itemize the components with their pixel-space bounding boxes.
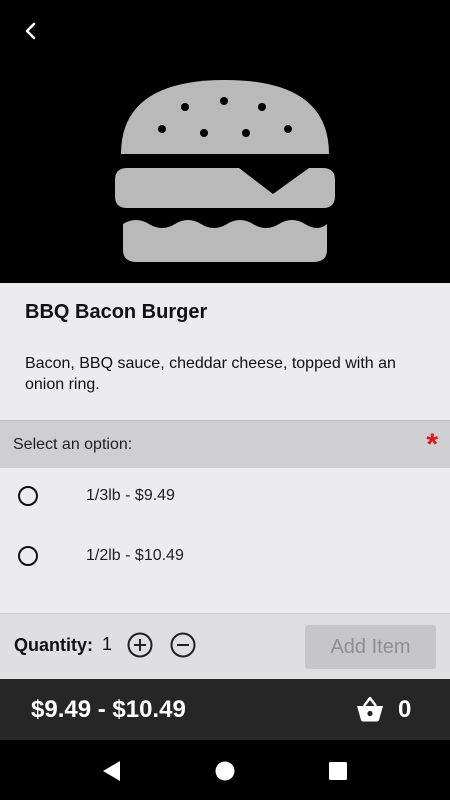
option-item[interactable]: 1/2lb - $10.49 [0,530,450,588]
home-circle-icon[interactable] [213,759,237,783]
radio-button[interactable] [18,546,38,566]
required-indicator: * [426,428,438,461]
burger-icon [115,80,335,262]
item-title: BBQ Bacon Burger [25,301,208,323]
chevron-left-icon [25,22,36,40]
quantity-value: 1 [102,634,113,654]
add-item-button[interactable]: Add Item [305,625,436,669]
option-label: 1/3lb - $9.49 [86,487,175,504]
basket-count: 0 [398,696,412,723]
option-label: 1/2lb - $10.49 [86,547,184,564]
footer-bar: $9.49 - $10.49 0 [0,679,450,740]
option-header-label: Select an option: [13,436,133,453]
back-button[interactable] [14,14,48,48]
minus-circle-icon[interactable] [170,632,196,658]
system-nav-bar [0,740,450,800]
back-triangle-icon[interactable] [100,759,124,783]
radio-button[interactable] [18,486,38,506]
item-info: BBQ Bacon Burger Bacon, BBQ sauce, chedd… [0,283,450,420]
quantity-bar: Quantity: 1 Add Item [0,613,450,679]
plus-circle-icon[interactable] [127,632,153,658]
price-range: $9.49 - $10.49 [31,696,186,723]
item-image-area [0,0,450,283]
recents-square-icon[interactable] [326,759,350,783]
option-item[interactable]: 1/3lb - $9.49 [0,470,450,528]
item-description: Bacon, BBQ sauce, cheddar cheese, topped… [25,355,396,393]
option-header: Select an option: * [0,420,450,468]
quantity-label: Quantity: [14,635,93,655]
basket-icon[interactable] [355,694,385,724]
